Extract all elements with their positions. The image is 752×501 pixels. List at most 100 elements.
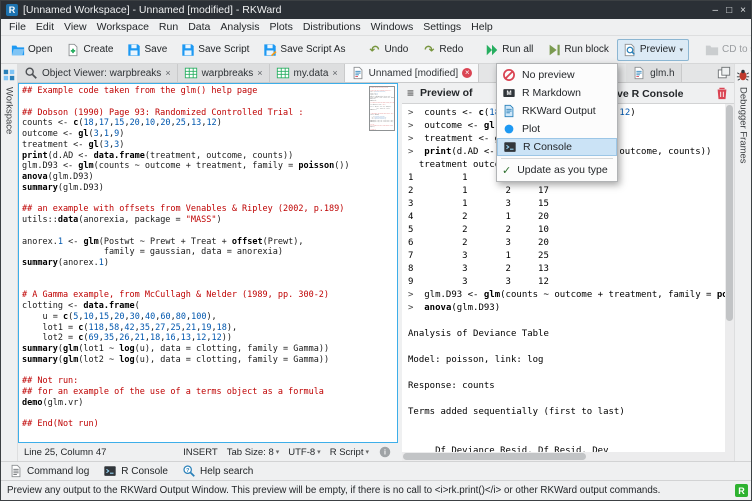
status-message: Preview any output to the RKWard Output …	[7, 485, 660, 496]
cd-label: CD to script directory	[722, 44, 752, 55]
menu-item-label: No preview	[522, 69, 575, 81]
save-script-as-icon	[263, 43, 277, 57]
close-modified-icon[interactable]: ×	[462, 68, 472, 78]
menu-distributions[interactable]: Distributions	[298, 21, 366, 33]
tab-unnamed-modified[interactable]: Unnamed [modified]×	[345, 64, 480, 82]
menu-item-update-as-you-type[interactable]: ✓Update as you type	[497, 161, 617, 179]
close-icon[interactable]: ×	[165, 69, 170, 78]
notifications-icon[interactable]: i	[378, 445, 392, 459]
document-tabbar: Object Viewer: warpbreaks×warpbreaks×my.…	[18, 64, 734, 83]
tab-size-selector[interactable]: Tab Size: 8▾	[227, 447, 280, 458]
r-console-icon	[503, 140, 517, 154]
chevron-down-icon: ▾	[317, 448, 321, 456]
tab-label: glm.h	[650, 68, 674, 79]
save-icon	[127, 43, 141, 57]
minimize-icon[interactable]: ‒	[713, 5, 719, 16]
script-editor[interactable]: ## Example code taken from the glm() hel…	[18, 83, 398, 443]
scrollbar-thumb[interactable]	[726, 105, 733, 321]
scrollbar-thumb[interactable]	[403, 453, 586, 460]
menu-file[interactable]: File	[4, 21, 31, 33]
menu-edit[interactable]: Edit	[31, 21, 59, 33]
hamburger-menu-icon[interactable]: ≡	[407, 86, 414, 100]
menu-view[interactable]: View	[59, 21, 92, 33]
menu-separator	[501, 158, 613, 159]
open-button[interactable]: Open	[5, 39, 58, 61]
window-controls: ‒ □ ×	[713, 5, 746, 16]
main-area: Workspace Object Viewer: warpbreaks×warp…	[1, 64, 751, 461]
menu-workspace[interactable]: Workspace	[92, 21, 154, 33]
help-search-button[interactable]: ? Help search	[177, 463, 258, 479]
maximize-icon[interactable]: □	[726, 5, 732, 16]
menu-item-rkward-output[interactable]: RKWard Output	[497, 102, 617, 120]
close-icon[interactable]: ×	[332, 69, 337, 78]
tool-button-label: R Console	[121, 466, 168, 477]
save-button[interactable]: Save	[121, 39, 173, 61]
menu-item-plot[interactable]: Plot	[497, 120, 617, 138]
tab-object-viewer-warpbreaks[interactable]: Object Viewer: warpbreaks ×	[18, 64, 178, 82]
chevron-down-icon: ▾	[276, 448, 280, 456]
menu-item-label: R Console	[523, 141, 572, 153]
workspace-strip-label[interactable]: Workspace	[4, 87, 15, 134]
create-button[interactable]: Create	[60, 39, 119, 61]
tab-warpbreaks[interactable]: warpbreaks×	[178, 64, 270, 82]
menu-item-r-console[interactable]: R Console	[497, 138, 617, 156]
tab-glm-h[interactable]: glm.h	[626, 64, 681, 82]
editor-statusbar: Line 25, Column 47 INSERT Tab Size: 8▾ U…	[18, 443, 398, 461]
horizontal-scrollbar[interactable]	[402, 452, 734, 461]
toolbar: Open CreateSaveSave Script Save Script As ↶…	[1, 36, 751, 64]
open-label: Open	[28, 44, 52, 55]
menu-help[interactable]: Help	[466, 21, 498, 33]
vertical-scrollbar[interactable]	[725, 104, 734, 452]
menu-settings[interactable]: Settings	[418, 21, 466, 33]
tab-label: Object Viewer: warpbreaks	[42, 68, 161, 79]
left-tool-strip: Workspace	[1, 64, 18, 461]
command-log-button[interactable]: Command log	[4, 463, 94, 479]
save-script-as-button[interactable]: Save Script As	[257, 39, 351, 61]
rkward-output-icon	[502, 104, 516, 118]
script-code[interactable]: ## Example code taken from the glm() hel…	[19, 84, 397, 430]
menu-windows[interactable]: Windows	[366, 21, 419, 33]
r-console-icon	[103, 464, 117, 478]
svg-text:?: ?	[186, 468, 190, 474]
r-console-button[interactable]: R Console	[98, 463, 173, 479]
menu-run[interactable]: Run	[154, 21, 183, 33]
insert-mode-button[interactable]: INSERT	[183, 447, 218, 458]
preview-dropdown-menu: No preview MR MarkdownRKWard Output Plot R …	[496, 63, 618, 182]
tab-label: my.data	[294, 68, 329, 79]
preview-label: Preview	[640, 44, 676, 55]
menu-item-label: Plot	[522, 123, 540, 135]
menu-item-no-preview[interactable]: No preview	[497, 66, 617, 84]
no-preview-icon	[502, 68, 516, 82]
editor-minimap[interactable]: ## Example code taken from the glm() hel…	[369, 86, 395, 131]
redo-button[interactable]: ↷Redo	[416, 39, 469, 61]
run-block-button[interactable]: Run block	[541, 39, 614, 61]
status-message-bar: Preview any output to the RKWard Output …	[1, 480, 751, 500]
menu-data[interactable]: Data	[183, 21, 215, 33]
undo-button[interactable]: ↶Undo	[361, 39, 414, 61]
trash-icon[interactable]	[715, 86, 729, 100]
tab-icon	[184, 66, 198, 80]
preview-button[interactable]: Preview▾	[617, 39, 689, 61]
debugger-frames-strip-label[interactable]: Debugger Frames	[738, 87, 749, 164]
menu-plots[interactable]: Plots	[264, 21, 297, 33]
cd-button[interactable]: CD to script directory	[699, 39, 752, 61]
save-script-as-label: Save Script As	[280, 44, 345, 55]
detach-view-icon[interactable]	[717, 66, 731, 80]
svg-text:i: i	[384, 450, 386, 457]
close-icon[interactable]: ×	[740, 5, 746, 16]
debugger-icon[interactable]	[736, 68, 750, 82]
tool-button-label: Help search	[200, 466, 253, 477]
close-icon[interactable]: ×	[257, 69, 262, 78]
redo-icon: ↷	[422, 43, 436, 57]
menu-analysis[interactable]: Analysis	[215, 21, 264, 33]
filetype-selector[interactable]: R Script▾	[330, 447, 369, 458]
editor-pane: ## Example code taken from the glm() hel…	[18, 83, 398, 461]
encoding-selector[interactable]: UTF-8▾	[288, 447, 320, 458]
run-all-button[interactable]: Run all	[479, 39, 539, 61]
menu-item-r-markdown[interactable]: MR Markdown	[497, 84, 617, 102]
workspace-icon[interactable]	[2, 68, 16, 82]
right-tool-strip: Debugger Frames	[734, 64, 751, 461]
cd-icon	[705, 43, 719, 57]
save-script-button[interactable]: Save Script	[175, 39, 255, 61]
tab-my-data[interactable]: my.data×	[270, 64, 345, 82]
